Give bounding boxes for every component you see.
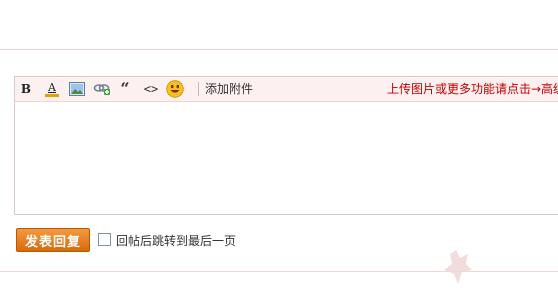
- insert-image-button[interactable]: [69, 81, 85, 97]
- reply-editor: B A “ <> 添加附件 上传图片或更多功能请点击→高级: [14, 76, 558, 215]
- code-icon: <>: [143, 82, 159, 96]
- advanced-mode-link[interactable]: 上传图片或更多功能请点击→高级: [387, 82, 558, 96]
- reply-textarea[interactable]: [15, 102, 558, 214]
- link-icon: [93, 84, 110, 95]
- font-color-button[interactable]: A: [44, 81, 60, 97]
- jump-to-last-page-label: 回帖后跳转到最后一页: [116, 234, 237, 248]
- bold-icon: B: [20, 82, 32, 96]
- code-button[interactable]: <>: [143, 81, 159, 97]
- site-watermark-logo: [440, 246, 558, 292]
- emoticon-button[interactable]: [166, 80, 184, 98]
- add-attachment-link[interactable]: 添加附件: [205, 82, 253, 96]
- post-reply-button[interactable]: 发表回复: [16, 228, 90, 252]
- editor-toolbar: B A “ <> 添加附件 上传图片或更多功能请点击→高级: [15, 77, 558, 102]
- bottom-divider: [0, 271, 558, 272]
- top-divider: [0, 49, 558, 50]
- font-color-icon: A: [48, 80, 56, 94]
- quote-icon: “: [120, 79, 130, 98]
- jump-to-last-page-checkbox[interactable]: [98, 233, 111, 246]
- quote-button[interactable]: “: [119, 81, 131, 97]
- bold-button[interactable]: B: [20, 81, 32, 97]
- smiley-icon: [166, 80, 184, 98]
- insert-link-button[interactable]: [93, 81, 111, 97]
- toolbar-separator: [198, 82, 199, 96]
- image-icon: [69, 82, 85, 96]
- color-swatch-bar: [45, 93, 59, 97]
